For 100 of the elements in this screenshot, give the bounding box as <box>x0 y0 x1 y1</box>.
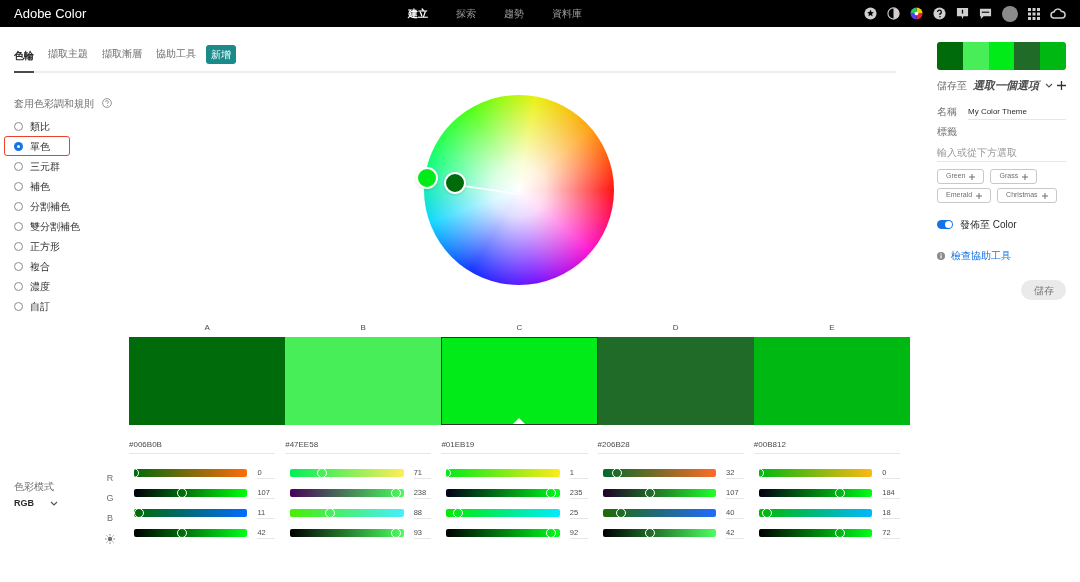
radio-button[interactable] <box>14 261 23 271</box>
slider-track[interactable] <box>290 529 404 537</box>
name-field[interactable]: My Color Theme <box>968 103 1066 120</box>
nav-link[interactable]: 探索 <box>456 6 476 21</box>
help-icon[interactable] <box>933 7 946 20</box>
slider-track[interactable] <box>446 489 560 497</box>
color-swatch[interactable] <box>129 337 286 425</box>
tab[interactable]: 色輪 <box>14 48 34 73</box>
tab[interactable]: 擷取漸層 <box>102 46 142 71</box>
radio-button[interactable] <box>14 161 23 171</box>
slider-track[interactable] <box>134 509 248 517</box>
slider-track[interactable] <box>758 489 873 497</box>
slider-track[interactable] <box>134 529 248 537</box>
avatar[interactable] <box>1002 5 1018 22</box>
swatch-label: C <box>515 322 524 334</box>
channel-label: R <box>106 472 114 486</box>
swatch-label: A <box>203 322 211 334</box>
tab[interactable]: 擷取主題 <box>48 46 88 71</box>
color-swatch[interactable] <box>285 337 442 425</box>
tags-field[interactable]: 輸入或從下方選取 <box>937 144 1066 162</box>
slider-track[interactable] <box>446 509 560 517</box>
info-icon <box>937 251 945 260</box>
radio-button[interactable] <box>14 181 23 191</box>
color-swatch[interactable] <box>441 337 598 425</box>
color-wheel-icon[interactable] <box>910 7 923 20</box>
alert-icon[interactable] <box>956 7 969 20</box>
swatch-label: D <box>671 322 680 334</box>
star-icon[interactable] <box>864 7 877 20</box>
toggle-switch[interactable] <box>937 220 953 229</box>
color-handle[interactable] <box>416 167 438 189</box>
contrast-icon[interactable] <box>887 7 900 20</box>
harmony-line <box>463 185 520 195</box>
slider-track[interactable] <box>602 469 717 477</box>
slider-track[interactable] <box>290 509 404 517</box>
option-label: 三元群 <box>30 159 60 174</box>
highlight-box <box>4 136 70 156</box>
app-logo[interactable]: Adobe Color <box>14 3 87 24</box>
channel-label: G <box>106 492 114 506</box>
nav-link[interactable]: 資料庫 <box>552 6 582 21</box>
radio-button[interactable] <box>14 121 23 131</box>
tab[interactable]: 協助工具 <box>156 46 196 71</box>
slider-track[interactable] <box>446 529 560 537</box>
field-label: 標籤 <box>937 125 958 139</box>
radio-button[interactable] <box>14 281 23 291</box>
color-swatch[interactable] <box>753 337 910 425</box>
radio-button[interactable] <box>14 241 23 251</box>
hex-field[interactable]: #00B812 <box>753 439 900 454</box>
chevron-down-icon <box>1045 82 1053 88</box>
slider-track[interactable] <box>134 489 248 497</box>
slider-track[interactable] <box>602 489 717 497</box>
plus-icon <box>976 192 983 199</box>
chat-icon[interactable] <box>979 7 992 20</box>
channel-label: B <box>107 512 113 526</box>
slider-track[interactable] <box>290 489 404 497</box>
slider-track[interactable] <box>758 509 873 517</box>
hex-field[interactable]: #006B0B <box>129 439 276 454</box>
nav-link[interactable]: 趨勢 <box>504 6 524 21</box>
slider-track[interactable] <box>602 509 717 517</box>
swatch-label: B <box>359 322 367 334</box>
field-label: 儲存至 <box>937 78 968 93</box>
radio-button[interactable] <box>14 301 23 311</box>
option-label: 分割補色 <box>30 199 70 214</box>
option-label: 濃度 <box>30 279 50 294</box>
hex-field[interactable]: #206B28 <box>597 439 744 454</box>
plus-icon <box>1041 192 1048 199</box>
plus-icon <box>969 173 976 180</box>
option-label: 補色 <box>30 179 50 194</box>
slider-track[interactable] <box>446 469 560 477</box>
radio-button[interactable] <box>14 221 23 231</box>
slider-track[interactable] <box>134 469 248 477</box>
library-dropdown[interactable]: 選取一個選項 <box>973 76 1053 94</box>
hex-field[interactable]: #47EE58 <box>285 439 432 454</box>
brightness-icon <box>105 534 115 544</box>
option-label: 單色 <box>30 139 50 154</box>
color-mode-dropdown[interactable]: RGB <box>14 497 62 511</box>
section-label: 套用色彩調和規則 <box>14 96 94 111</box>
slider-track[interactable] <box>602 529 717 537</box>
option-label: 正方形 <box>30 239 60 254</box>
chevron-down-icon <box>50 501 58 507</box>
plus-icon <box>1022 173 1029 180</box>
hex-field[interactable]: #01EB19 <box>441 439 588 454</box>
toggle-label: 發佈至 Color <box>960 218 1017 232</box>
option-label: 類比 <box>30 119 50 134</box>
option-label: 自訂 <box>30 299 50 314</box>
new-badge: 新增 <box>206 45 236 64</box>
field-label: 名稱 <box>937 105 958 119</box>
accessibility-link[interactable]: 檢查協助工具 <box>951 248 1011 263</box>
plus-icon[interactable] <box>1057 80 1066 90</box>
radio-button[interactable] <box>14 141 23 151</box>
option-label: 雙分割補色 <box>30 219 80 234</box>
cloud-icon[interactable] <box>1050 7 1066 20</box>
selection-marker-icon <box>513 418 526 424</box>
slider-track[interactable] <box>758 469 873 477</box>
color-swatch[interactable] <box>597 337 754 425</box>
apps-grid-icon[interactable] <box>1028 7 1040 20</box>
swatch-label: E <box>828 322 836 334</box>
nav-link[interactable]: 建立 <box>408 6 428 21</box>
slider-track[interactable] <box>290 469 404 477</box>
radio-button[interactable] <box>14 201 23 211</box>
slider-track[interactable] <box>758 529 873 537</box>
